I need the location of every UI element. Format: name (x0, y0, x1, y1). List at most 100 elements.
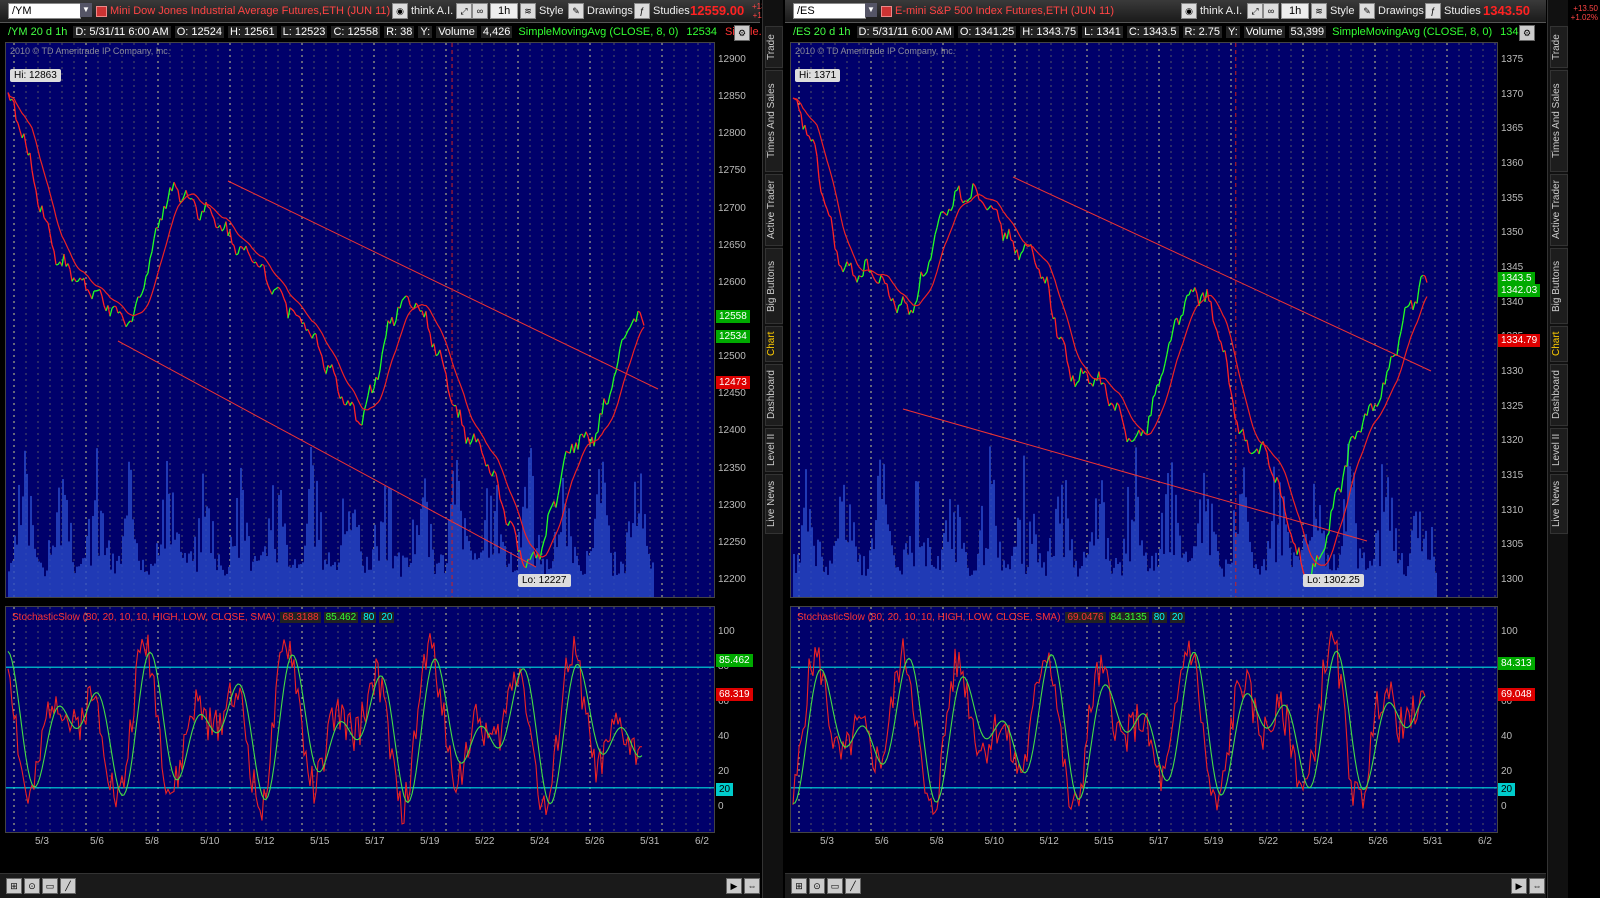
volume-bar (340, 545, 342, 597)
stochastic-chart[interactable]: StochasticSlow (80, 20, 10, 10, HIGH, LO… (790, 606, 1498, 833)
volume-bar (134, 539, 136, 597)
volume-bar (1041, 567, 1043, 597)
symbol-dropdown-icon[interactable]: ▼ (80, 3, 92, 17)
grid-icon[interactable]: ⊞ (6, 878, 22, 894)
volume-bar (102, 513, 104, 597)
sidebar-tab-dashboard[interactable]: Dashboard (765, 364, 783, 426)
sidebar-tab-active-trader[interactable]: Active Trader (1550, 174, 1568, 246)
volume-bar (1165, 494, 1167, 597)
volume-bar (60, 545, 62, 597)
zoom-icon[interactable]: ⊙ (24, 878, 40, 894)
sidebar-tab-big-buttons[interactable]: Big Buttons (1550, 248, 1568, 324)
drawing-tool-icon[interactable]: ╱ (845, 878, 861, 894)
volume-bar (1213, 531, 1215, 597)
volume-bar (1055, 508, 1057, 597)
scroll-right-icon[interactable]: ▶ (1511, 878, 1527, 894)
grid-icon[interactable]: ⊞ (791, 878, 807, 894)
scroll-right-icon[interactable]: ▶ (726, 878, 742, 894)
sidebar-tab-active-trader[interactable]: Active Trader (765, 174, 783, 246)
sidebar-tab-level-ii[interactable]: Level II (1550, 428, 1568, 472)
sidebar-tab-live-news[interactable]: Live News (1550, 474, 1568, 534)
sidebar-tab-big-buttons[interactable]: Big Buttons (765, 248, 783, 324)
price-segment (1286, 520, 1290, 530)
price-segment (968, 197, 972, 200)
chart-settings-icon[interactable]: ⚙ (1519, 25, 1535, 41)
price-segment (203, 201, 207, 213)
sidebar-tab-chart[interactable]: Chart (765, 326, 783, 362)
price-segment (101, 295, 105, 306)
sidebar-tab-times-and-sales[interactable]: Times And Sales (1550, 70, 1568, 172)
volume-bar (885, 504, 887, 597)
chart-settings-icon[interactable]: ⚙ (734, 25, 750, 41)
think-ai-button[interactable]: ◉ think A.I. (392, 3, 453, 20)
volume-bar (1323, 530, 1325, 597)
price-segment (237, 246, 241, 255)
style-button[interactable]: ≋ Style (520, 3, 563, 20)
timeframe-button[interactable]: 1h (1281, 3, 1310, 19)
sidebar-tab-level-ii[interactable]: Level II (765, 428, 783, 472)
volume-bar (572, 563, 574, 597)
timeframe-button[interactable]: 1h (490, 3, 519, 19)
sidebar-tab-trade[interactable]: Trade (765, 26, 783, 68)
volume-bar (260, 555, 262, 597)
pan-icon[interactable]: ▭ (42, 878, 58, 894)
sidebar-tab-trade[interactable]: Trade (1550, 26, 1568, 68)
studies-button[interactable]: ƒ Studies (1425, 3, 1481, 20)
volume-bar (1033, 513, 1035, 597)
price-segment (974, 185, 978, 192)
volume-bar (827, 574, 829, 597)
price-segment (922, 274, 926, 277)
volume-bar (506, 567, 508, 597)
price-segment (1102, 382, 1106, 385)
think-ai-icon: ◉ (392, 3, 408, 20)
volume-bar (1015, 546, 1017, 597)
price-segment (1284, 511, 1288, 521)
think-ai-button[interactable]: ◉ think A.I. (1181, 3, 1242, 20)
symbol-input[interactable]: /YM (8, 3, 81, 19)
volume-bar (36, 557, 38, 597)
price-chart[interactable]: 2010 © TD Ameritrade IP Company, Inc. Hi… (5, 42, 715, 598)
volume-bar (1263, 559, 1265, 597)
drawings-button[interactable]: ✎ Drawings (1359, 3, 1424, 20)
sidebar-tab-dashboard[interactable]: Dashboard (1550, 364, 1568, 426)
volume-bar (971, 574, 973, 597)
expand-icon[interactable]: ⇔ (1529, 878, 1545, 894)
volume-bar (1083, 551, 1085, 597)
sidebar-tab-chart[interactable]: Chart (1550, 326, 1568, 362)
volume-bar (793, 553, 795, 597)
volume-bar (492, 554, 494, 597)
volume-bar (1217, 551, 1219, 597)
volume-bar (957, 504, 959, 597)
volume-bar (941, 549, 943, 597)
symbol-input[interactable]: /ES (793, 3, 866, 19)
price-segment (595, 431, 599, 435)
zoom-icon[interactable]: ⊙ (809, 878, 825, 894)
stochastic-chart[interactable]: StochasticSlow (80, 20, 10, 10, HIGH, LO… (5, 606, 715, 833)
pan-icon[interactable]: ▭ (827, 878, 843, 894)
link-button[interactable]: ∞ (472, 3, 491, 20)
volume-bar (76, 566, 78, 597)
style-button[interactable]: ≋ Style (1311, 3, 1354, 20)
price-segment (1422, 274, 1426, 277)
studies-button[interactable]: ƒ Studies (634, 3, 690, 20)
symbol-dropdown-icon[interactable]: ▼ (865, 3, 877, 17)
price-chart[interactable]: 2010 © TD Ameritrade IP Company, Inc. Hi… (790, 42, 1498, 598)
volume-bar (608, 525, 610, 597)
sidebar-tab-times-and-sales[interactable]: Times And Sales (765, 70, 783, 172)
price-segment (952, 191, 956, 207)
volume-bar (388, 487, 390, 597)
price-segment (816, 156, 820, 179)
drawings-button[interactable]: ✎ Drawings (568, 3, 633, 20)
drawing-tool-icon[interactable]: ╱ (60, 878, 76, 894)
volume-bar (150, 563, 152, 597)
high-label: Hi: 12863 (10, 69, 61, 82)
volume-bar (144, 571, 146, 597)
link-color-icon[interactable] (96, 6, 107, 17)
volume-bar (230, 536, 232, 597)
expand-icon[interactable]: ⇔ (744, 878, 760, 894)
sidebar-tab-live-news[interactable]: Live News (765, 474, 783, 534)
link-color-icon[interactable] (881, 6, 892, 17)
stoch-label: StochasticSlow (80, 20, 10, 10, HIGH, LO… (797, 612, 1061, 623)
volume-bar (592, 547, 594, 597)
link-button[interactable]: ∞ (1263, 3, 1282, 20)
